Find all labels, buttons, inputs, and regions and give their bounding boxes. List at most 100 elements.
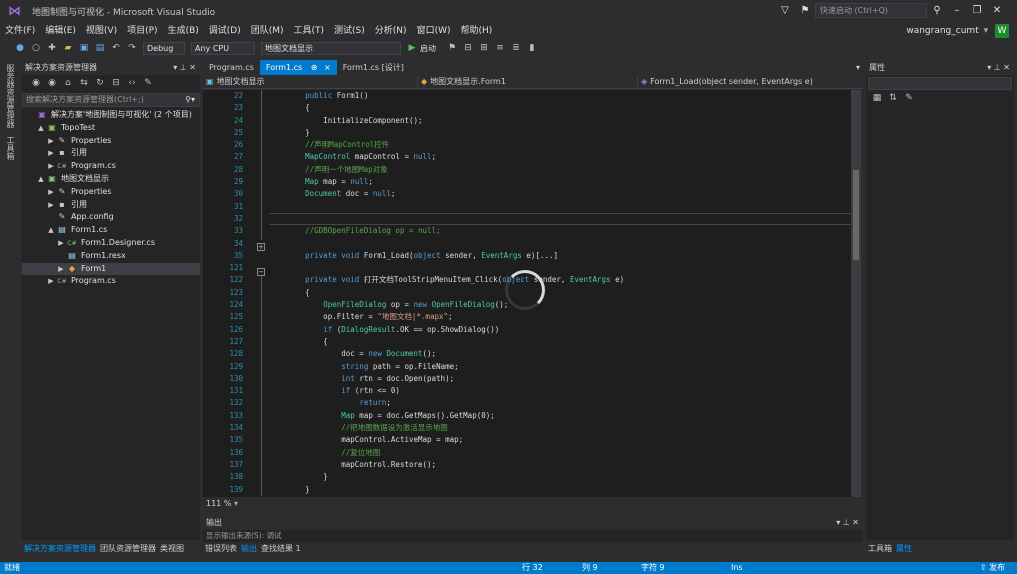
code-line[interactable] bbox=[269, 238, 851, 250]
code-line[interactable]: mapControl.ActiveMap = map; bbox=[269, 434, 851, 446]
comment-icon[interactable]: ≡ bbox=[494, 42, 506, 54]
code-line[interactable]: //声明MapControl控件 bbox=[269, 139, 851, 151]
collapse-all-icon[interactable]: ⊟ bbox=[110, 77, 122, 89]
pin-icon[interactable]: ⊕ bbox=[311, 63, 318, 72]
tab-team-explorer[interactable]: 团队资源管理器 bbox=[98, 542, 158, 556]
code-line[interactable]: //复位地图 bbox=[269, 447, 851, 459]
menu-item[interactable]: 编辑(E) bbox=[40, 22, 81, 40]
menu-item[interactable]: 工具(T) bbox=[289, 22, 330, 40]
properties-icon[interactable]: ✎ bbox=[142, 77, 154, 89]
code-line[interactable]: if (DialogResult.OK == op.ShowDialog()) bbox=[269, 324, 851, 336]
code-line[interactable]: //GDBOpenFileDialog op = null; bbox=[269, 225, 851, 237]
toolbox-tab[interactable]: 工具箱 bbox=[5, 136, 16, 160]
close-icon[interactable]: × bbox=[324, 63, 331, 72]
code-line[interactable]: MapControl mapControl = null; bbox=[269, 151, 851, 163]
solution-search-input[interactable]: 搜索解决方案资源管理器(Ctrl+;) ⚲▾ bbox=[22, 93, 200, 107]
expanded-arrow-icon[interactable]: ▲ bbox=[46, 224, 56, 237]
code-line[interactable]: OpenFileDialog op = new OpenFileDialog()… bbox=[269, 299, 851, 311]
account-badge[interactable]: W bbox=[995, 24, 1009, 38]
tree-item[interactable]: ✎ App.config bbox=[22, 211, 200, 224]
expanded-arrow-icon[interactable]: ▲ bbox=[36, 173, 46, 186]
menu-item[interactable]: 团队(M) bbox=[246, 22, 289, 40]
collapsed-arrow-icon[interactable]: ▶ bbox=[46, 160, 56, 173]
minimize-button[interactable]: – bbox=[947, 5, 967, 16]
feedback-icon[interactable]: ⚑ bbox=[795, 5, 815, 16]
open-icon[interactable]: ▰ bbox=[62, 42, 74, 54]
bookmark-icon[interactable]: ▮ bbox=[526, 42, 538, 54]
start-debug-icon[interactable]: ▶ bbox=[406, 42, 418, 54]
code-line[interactable]: //把地图数据设为激活显示地图 bbox=[269, 422, 851, 434]
code-line[interactable]: op.Filter = "地图文档|*.mapx"; bbox=[269, 311, 851, 323]
code-line[interactable]: return; bbox=[269, 397, 851, 409]
menu-item[interactable]: 文件(F) bbox=[0, 22, 40, 40]
menu-item[interactable]: 窗口(W) bbox=[412, 22, 456, 40]
account-name[interactable]: wangrang_cumt bbox=[906, 26, 978, 36]
menu-item[interactable]: 测试(S) bbox=[329, 22, 370, 40]
code-area[interactable]: public Form1() { InitializeComponent(); … bbox=[269, 90, 851, 497]
publish-button[interactable]: ⇧ 发布 bbox=[980, 562, 1005, 574]
tree-item[interactable]: ▶ C# Program.cs bbox=[22, 160, 200, 173]
code-line[interactable]: { bbox=[269, 102, 851, 114]
save-icon[interactable]: ▣ bbox=[78, 42, 90, 54]
menu-item[interactable]: 分析(N) bbox=[370, 22, 412, 40]
zoom-level[interactable]: 111 % bbox=[206, 499, 231, 508]
startup-project-select[interactable]: 地图文档显示 bbox=[261, 41, 401, 55]
collapsed-arrow-icon[interactable]: ▶ bbox=[56, 263, 66, 276]
search-icon[interactable]: ⚲▾ bbox=[185, 94, 195, 106]
tree-item[interactable]: ▶ ▪ 引用 bbox=[22, 199, 200, 212]
sync-icon[interactable]: ⇆ bbox=[78, 77, 90, 89]
properties-wrench-icon[interactable]: ✎ bbox=[903, 92, 915, 104]
code-line[interactable]: public Form1() bbox=[269, 90, 851, 102]
collapsed-arrow-icon[interactable]: ▶ bbox=[46, 135, 56, 148]
refresh-icon[interactable]: ↻ bbox=[94, 77, 106, 89]
code-line[interactable]: } bbox=[269, 471, 851, 483]
code-line[interactable]: mapControl.Restore(); bbox=[269, 459, 851, 471]
toolbar-icon-c[interactable]: ⊞ bbox=[478, 42, 490, 54]
code-line[interactable]: Map map = doc.GetMaps().GetMap(0); bbox=[269, 410, 851, 422]
code-line[interactable]: private void 打开文档ToolStripMenuItem_Click… bbox=[269, 274, 851, 286]
home-icon[interactable]: ⌂ bbox=[62, 77, 74, 89]
output-source-select[interactable]: 显示输出来源(S): 调试 bbox=[206, 531, 282, 540]
menu-item[interactable]: 调试(D) bbox=[204, 22, 246, 40]
chevron-down-icon[interactable]: ▾ bbox=[234, 499, 238, 508]
code-line[interactable]: doc = new Document(); bbox=[269, 348, 851, 360]
close-button[interactable]: ✕ bbox=[987, 5, 1007, 16]
redo-icon[interactable]: ↷ bbox=[126, 42, 138, 54]
alphabetical-icon[interactable]: ⇅ bbox=[887, 92, 899, 104]
code-line[interactable]: InitializeComponent(); bbox=[269, 115, 851, 127]
tree-item[interactable]: ▲ ▣ 地图文档显示 bbox=[22, 173, 200, 186]
menu-item[interactable]: 项目(P) bbox=[122, 22, 162, 40]
tab-class-view[interactable]: 类视图 bbox=[158, 542, 186, 556]
tab-form1-designer[interactable]: Form1.cs [设计] bbox=[337, 60, 410, 75]
collapse-icon[interactable]: − bbox=[257, 268, 265, 276]
code-line[interactable]: { bbox=[269, 336, 851, 348]
code-line[interactable]: int rtn = doc.Open(path); bbox=[269, 373, 851, 385]
tab-find-results[interactable]: 查找结果 1 bbox=[259, 542, 303, 556]
code-line[interactable]: } bbox=[269, 127, 851, 139]
tree-item[interactable]: ▶ C# Form1.Designer.cs bbox=[22, 237, 200, 250]
collapsed-arrow-icon[interactable]: ▶ bbox=[46, 186, 56, 199]
menu-item[interactable]: 帮助(H) bbox=[455, 22, 497, 40]
back-icon[interactable]: ● bbox=[14, 42, 26, 54]
menu-item[interactable]: 视图(V) bbox=[81, 22, 122, 40]
collapsed-arrow-icon[interactable]: ▶ bbox=[46, 199, 56, 212]
properties-object-select[interactable] bbox=[868, 77, 1012, 90]
code-line[interactable]: } bbox=[269, 484, 851, 496]
project-nav-select[interactable]: ▣ 地图文档显示 bbox=[203, 75, 418, 88]
editor-vertical-scrollbar[interactable] bbox=[851, 90, 861, 497]
start-button-label[interactable]: 启动 bbox=[420, 43, 436, 54]
quick-launch-input[interactable]: 快速启动 (Ctrl+Q) bbox=[815, 3, 927, 18]
search-icon[interactable]: ⚲ bbox=[927, 5, 947, 16]
tree-item[interactable]: ▶ ◆ Form1 bbox=[22, 262, 200, 276]
tree-item[interactable]: ▶ ▪ 引用 bbox=[22, 147, 200, 160]
tab-error-list[interactable]: 错误列表 bbox=[203, 542, 239, 556]
tree-item[interactable]: ▤ Form1.resx bbox=[22, 250, 200, 263]
tab-form1-cs[interactable]: Form1.cs ⊕ × bbox=[259, 60, 337, 75]
collapsed-arrow-icon[interactable]: ▶ bbox=[56, 237, 66, 250]
tab-properties[interactable]: 属性 bbox=[894, 542, 914, 556]
tree-item[interactable]: ▲ ▤ Form1.cs bbox=[22, 224, 200, 237]
collapsed-arrow-icon[interactable]: ▶ bbox=[46, 147, 56, 160]
code-line[interactable]: string path = op.FileName; bbox=[269, 361, 851, 373]
tree-item[interactable]: ▶ C# Program.cs bbox=[22, 275, 200, 288]
save-all-icon[interactable]: ▤ bbox=[94, 42, 106, 54]
